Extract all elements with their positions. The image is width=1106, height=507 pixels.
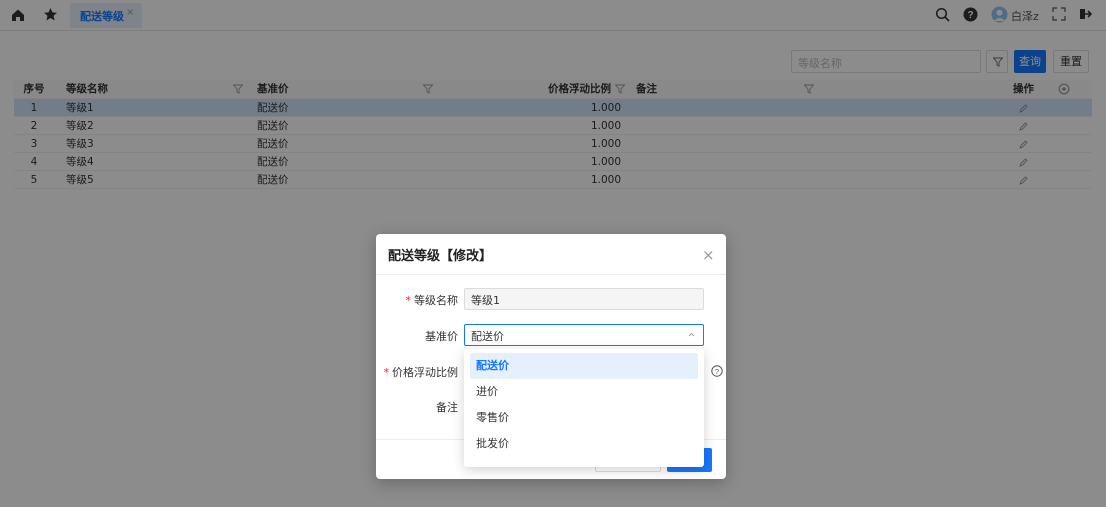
- level-name-field[interactable]: 等级1: [464, 288, 704, 310]
- rate-label: * 价格浮动比例: [383, 366, 459, 379]
- note-label: 备注: [436, 401, 458, 414]
- svg-text:?: ?: [715, 367, 719, 376]
- required-mark: *: [405, 294, 412, 307]
- base-label: 基准价: [425, 330, 458, 343]
- required-mark: *: [383, 366, 390, 379]
- base-price-dropdown: 配送价 进价 零售价 批发价: [464, 349, 704, 467]
- name-label: * 等级名称: [405, 294, 459, 307]
- option-wholesale-price[interactable]: 批发价: [470, 431, 698, 457]
- option-purchase-price[interactable]: 进价: [470, 379, 698, 405]
- option-retail-price[interactable]: 零售价: [470, 405, 698, 431]
- modal-title: 配送等级【修改】: [388, 249, 493, 264]
- close-icon[interactable]: ×: [702, 246, 715, 264]
- base-price-select[interactable]: 配送价: [464, 324, 704, 346]
- question-icon[interactable]: ?: [711, 365, 723, 377]
- base-price-value: 配送价: [471, 330, 504, 343]
- option-delivery-price[interactable]: 配送价: [470, 353, 698, 379]
- chevron-up-icon: [688, 332, 695, 337]
- divider: [376, 274, 726, 275]
